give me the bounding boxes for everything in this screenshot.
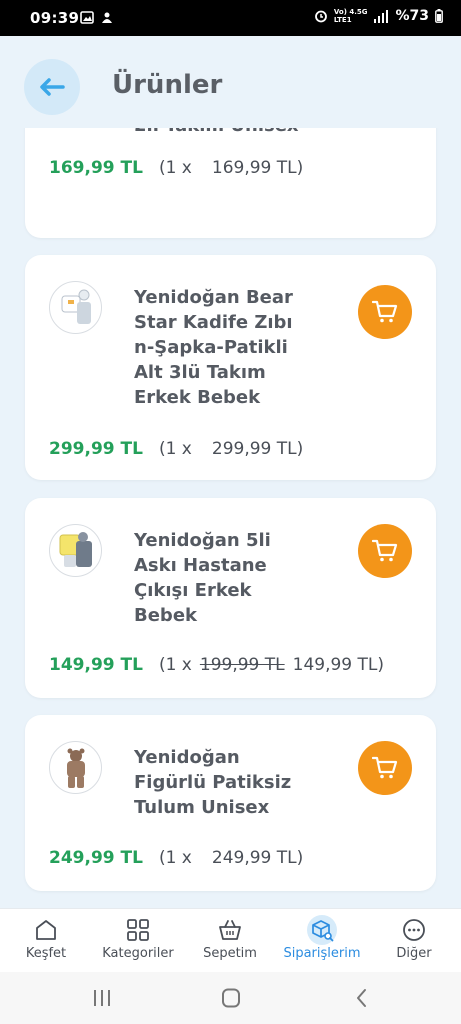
home-icon	[36, 920, 56, 940]
status-time: 09:39	[30, 9, 80, 27]
add-to-cart-button[interactable]	[358, 524, 412, 578]
status-right: Vo) 4.5G LTE1 %73	[314, 8, 443, 24]
battery-level: %73	[395, 8, 429, 24]
battery-icon	[435, 9, 443, 23]
back-button[interactable]	[24, 59, 80, 115]
product-name[interactable]: Yenidoğan 5li Askı Hastane Çıkışı Erkek …	[134, 528, 309, 628]
product-price: 169,99 TL	[49, 158, 143, 178]
network-top: Vo) 4.5G	[333, 8, 368, 16]
network-indicator: Vo) 4.5G LTE1	[334, 8, 368, 24]
product-card[interactable]: Yenidoğan Bear Star Kadife Zıbı n-Şapka-…	[25, 255, 436, 480]
status-bar: 09:39 Vo) 4.5G LTE1 %73	[0, 0, 461, 36]
nav-item-siparislerim[interactable]: Siparişlerim	[276, 915, 368, 961]
nav-item-kategoriler[interactable]: Kategoriler	[92, 917, 184, 961]
nav-label: Siparişlerim	[283, 946, 361, 961]
page-title: Ürünler	[112, 70, 223, 100]
price-row: 299,99 TL (1 x 299,99 TL)	[49, 439, 303, 459]
clothing-image	[59, 532, 92, 567]
network-bottom: LTE1	[333, 16, 352, 24]
notification-icon	[102, 12, 112, 23]
nav-label: Keşfet	[25, 946, 67, 961]
quantity-label: (1 x	[158, 158, 192, 178]
nav-item-sepetim[interactable]: Sepetim	[184, 917, 276, 961]
product-image[interactable]	[49, 524, 102, 577]
product-price: 149,99 TL	[49, 655, 143, 675]
nav-label: Sepetim	[203, 946, 257, 961]
signal-icon	[374, 9, 389, 23]
add-to-cart-button[interactable]	[358, 741, 412, 795]
alarm-icon	[314, 10, 327, 23]
nav-item-kesfet[interactable]: Keşfet	[0, 917, 92, 961]
product-name[interactable]: Yenidoğan Bear Star Kadife Zıbı n-Şapka-…	[134, 285, 309, 410]
arrow-left-icon	[40, 78, 65, 96]
more-icon	[403, 919, 425, 941]
nav-item-diger[interactable]: Diğer	[368, 917, 460, 961]
product-image[interactable]	[49, 281, 102, 334]
active-indicator	[307, 915, 337, 945]
gallery-icon	[80, 11, 94, 24]
grid-icon	[127, 919, 149, 941]
app-header: Ürünler	[0, 36, 461, 128]
box-search-icon	[312, 920, 334, 942]
unit-price: 249,99 TL)	[211, 848, 304, 868]
cart-icon	[372, 300, 398, 323]
product-card[interactable]: Yenidoğan Figürlü Patiksiz Tulum Unisex …	[25, 715, 436, 891]
cart-icon	[372, 539, 398, 562]
quantity-label: (1 x	[158, 439, 192, 459]
basket-icon	[219, 920, 241, 940]
unit-price: 149,99 TL)	[292, 655, 384, 675]
quantity-label: (1 x	[158, 655, 192, 675]
price-row: 169,99 TL (1 x 169,99 TL)	[49, 158, 303, 178]
product-card[interactable]: Zıbın-Patikli Alt 2li Takım Unisex 169,9…	[25, 128, 436, 238]
product-price: 249,99 TL	[49, 848, 143, 868]
price-row: 149,99 TL (1 x 199,99 TL 149,99 TL)	[49, 655, 384, 675]
product-list[interactable]: Zıbın-Patikli Alt 2li Takım Unisex 169,9…	[0, 128, 461, 908]
recent-apps-icon[interactable]	[90, 988, 114, 1008]
clothing-image	[67, 748, 85, 788]
unit-price: 169,99 TL)	[211, 158, 304, 178]
price-row: 249,99 TL (1 x 249,99 TL)	[49, 848, 303, 868]
product-image[interactable]	[49, 741, 102, 794]
bottom-navigation: Keşfet Kategoriler Sepetim Siparişlerim …	[0, 908, 461, 972]
product-name[interactable]: Zıbın-Patikli Alt 2li Takım Unisex	[134, 128, 309, 138]
cart-icon	[372, 756, 398, 779]
unit-price: 299,99 TL)	[211, 439, 304, 459]
nav-label: Diğer	[396, 946, 432, 961]
product-card[interactable]: Yenidoğan 5li Askı Hastane Çıkışı Erkek …	[25, 498, 436, 698]
clothing-image	[61, 289, 91, 324]
product-price: 299,99 TL	[49, 439, 143, 459]
old-price: 199,99 TL	[199, 655, 285, 675]
product-name[interactable]: Yenidoğan Figürlü Patiksiz Tulum Unisex	[134, 745, 309, 820]
quantity-label: (1 x	[158, 848, 192, 868]
system-navigation-bar	[0, 972, 461, 1024]
add-to-cart-button[interactable]	[358, 285, 412, 339]
home-button-icon[interactable]	[219, 988, 243, 1008]
nav-label: Kategoriler	[102, 946, 174, 961]
back-nav-icon[interactable]	[350, 988, 374, 1008]
